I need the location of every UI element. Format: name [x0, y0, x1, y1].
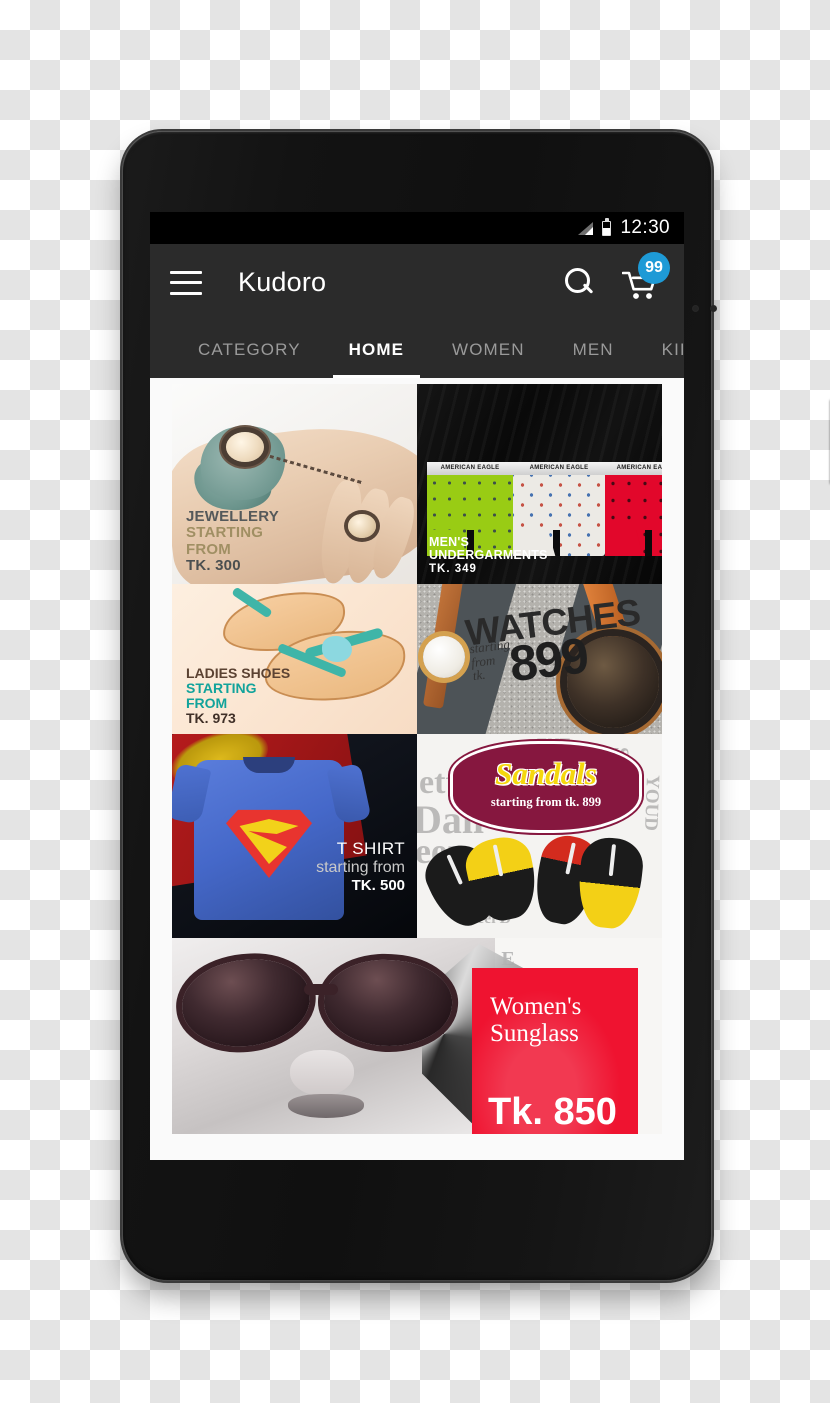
product-grid-scroll-area[interactable]: JEWELLERY STARTING FROM TK. 300 AMERICAN…: [150, 378, 684, 1160]
product-tile-womens-sunglass[interactable]: E rter aid ps Women's Sunglass: [172, 938, 662, 1134]
tile-caption-tshirt: T SHIRT starting from TK. 500: [316, 839, 405, 894]
caption-line: FROM: [186, 540, 231, 558]
caption-price: TK. 973: [186, 709, 236, 726]
tab-men[interactable]: MEN: [549, 321, 638, 378]
battery-icon: [602, 220, 612, 236]
light-sensor-icon: [710, 305, 717, 312]
phone-screen: 12:30 Kudoro 99 CATEGORY HOME WOMEN MEN …: [150, 212, 684, 1160]
nose-detail: [290, 1050, 354, 1096]
watch-dial-shape: [423, 636, 465, 678]
model-face-photo: [172, 938, 532, 1134]
product-tile-watches[interactable]: WATCHES starting from tk. 899: [417, 584, 662, 734]
caption-price: 899: [506, 627, 591, 693]
caption-line: LADIES SHOES: [186, 664, 291, 681]
proximity-sensor-icon: [692, 305, 699, 312]
caption-price: TK. 349: [429, 562, 477, 575]
tab-women[interactable]: WOMEN: [428, 321, 549, 378]
app-bar: Kudoro 99: [150, 244, 684, 321]
tile-caption-undergarments: MEN'S UNDERGARMENTS TK. 349: [429, 534, 548, 575]
badge-title: Sandals: [495, 756, 597, 791]
badge-subtitle: starting from tk. 899: [490, 795, 602, 809]
search-icon[interactable]: [558, 263, 598, 303]
caption-line: MEN'S: [429, 534, 470, 549]
tab-category[interactable]: CATEGORY: [174, 321, 325, 378]
tab-kids[interactable]: KII: [638, 321, 684, 378]
caption-line: JEWELLERY: [186, 508, 279, 526]
caption-price: TK. 300: [186, 556, 241, 574]
product-tile-tshirt[interactable]: T SHIRT starting from TK. 500: [172, 734, 417, 938]
tile-caption-ladies-shoes: LADIES SHOES STARTING FROM TK. 973: [186, 664, 291, 726]
caption-line: Sunglass: [490, 1019, 579, 1047]
product-tile-undergarments[interactable]: AMERICAN EAGLE AMERICAN EAGLE AMERICAN E…: [417, 384, 662, 584]
tile-caption-sunglass: Women's Sunglass: [472, 968, 638, 1047]
boxer-shorts-red: AMERICAN EAGLE: [605, 462, 662, 556]
app-title: Kudoro: [238, 267, 327, 297]
waistband: AMERICAN EAGLE: [513, 462, 605, 475]
caption-price: Tk. 850: [488, 1091, 617, 1133]
category-tab-bar[interactable]: CATEGORY HOME WOMEN MEN KII: [150, 321, 684, 378]
tshirt-collar: [243, 757, 295, 773]
sandal-toe-ornament: [322, 636, 352, 662]
caption-line: STARTING: [186, 679, 257, 696]
sandals-badge: Sandals starting from tk. 899: [453, 744, 639, 830]
cart-count-badge: 99: [638, 251, 670, 284]
signal-bars-icon: [578, 221, 594, 235]
caption-line: Women's: [490, 993, 582, 1020]
waistband: AMERICAN EAGLE: [605, 462, 662, 475]
ring-shape: [348, 514, 376, 538]
product-grid: JEWELLERY STARTING FROM TK. 300 AMERICAN…: [172, 384, 662, 1134]
status-bar-clock: 12:30: [620, 217, 670, 238]
jewel-stone-shape: [226, 432, 264, 462]
caption-line: T SHIRT: [336, 839, 405, 859]
caption-line: STARTING: [186, 524, 264, 542]
tab-home[interactable]: HOME: [325, 321, 428, 378]
product-tile-ladies-shoes[interactable]: LADIES SHOES STARTING FROM TK. 973: [172, 584, 417, 734]
sunglass-bridge: [304, 984, 338, 995]
tile-caption-jewellery: JEWELLERY STARTING FROM TK. 300: [186, 509, 279, 574]
caption-line: starting from: [316, 858, 405, 876]
product-tile-sandals[interactable]: ette Dail eez S YOUD ENT so eel D Sandal…: [417, 734, 662, 938]
cart-button[interactable]: 99: [620, 251, 670, 304]
sunglass-lens-left: [178, 954, 314, 1052]
caption-line: FROM: [186, 694, 228, 711]
sunglass-price-card: Women's Sunglass Tk. 850: [472, 968, 638, 1134]
hamburger-menu-icon[interactable]: [170, 270, 202, 295]
product-tile-jewellery[interactable]: JEWELLERY STARTING FROM TK. 300: [172, 384, 417, 584]
superman-logo-icon: [226, 809, 312, 878]
lips-detail: [288, 1094, 364, 1118]
waistband: AMERICAN EAGLE: [427, 462, 513, 475]
caption-line: UNDERGARMENTS: [429, 548, 548, 563]
caption-price: TK. 500: [351, 876, 405, 894]
status-bar: 12:30: [150, 212, 684, 244]
